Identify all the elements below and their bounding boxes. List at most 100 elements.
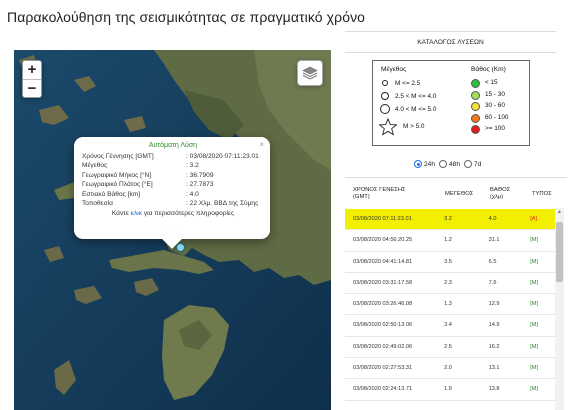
- cell-type: [M]: [530, 386, 539, 393]
- popup-row-depth: Εστιακό Βάθος [km] : 4.0: [82, 190, 264, 199]
- scroll-thumb[interactable]: [556, 222, 563, 282]
- table-row[interactable]: 03/08/2020 07:11:23.01 3.2 4.0 [A]: [345, 209, 555, 231]
- earthquake-marker[interactable]: [176, 243, 185, 252]
- red-dot-icon: [471, 125, 480, 134]
- cell-time: 03/08/2020 02:27:53.31: [353, 365, 413, 372]
- cell-type: [M]: [530, 301, 539, 308]
- cell-type: [M]: [530, 343, 539, 350]
- popup-more-info: Κάντε κλικ για περισσότερες πληροφορίες: [82, 210, 264, 217]
- green-dot-icon: [471, 79, 480, 88]
- large-circle-icon: [380, 104, 390, 114]
- popup-row-location: Τοποθεσία : 22 Χλμ. ΒΒΔ της Σύμης: [82, 199, 264, 208]
- cell-time: 03/08/2020 02:50:13.06: [353, 322, 413, 329]
- cell-time: 03/08/2020 04:56:20.25: [353, 237, 413, 244]
- legend-mag-item: 2.5 < M <= 4.0: [381, 91, 436, 104]
- table-row[interactable]: 03/08/2020 04:56:20.25 1.2 31.1 [M]: [345, 230, 555, 252]
- legend-depth-item: 15 - 30: [471, 90, 508, 102]
- popup-key: Γεωγραφικό Πλάτος [°E]: [82, 181, 153, 189]
- period-option-7d[interactable]: 7d: [464, 160, 481, 168]
- cell-type: [M]: [530, 322, 539, 329]
- radio-icon[interactable]: [464, 160, 473, 168]
- col-depth-unit: (χλμ): [490, 193, 504, 200]
- layers-button[interactable]: [297, 60, 323, 86]
- events-table: ΧΡΟΝΟΣ ΓΕΝΕΣΗΣ (GMT) ΜΕΓΕΘΟΣ ΒΑΘΟΣ (χλμ)…: [345, 177, 567, 410]
- popup-more-link[interactable]: κλικ: [131, 210, 142, 217]
- cell-depth: 31.1: [488, 237, 500, 244]
- radio-icon[interactable]: [439, 160, 448, 168]
- table-header: ΧΡΟΝΟΣ ΓΕΝΕΣΗΣ (GMT) ΜΕΓΕΘΟΣ ΒΑΘΟΣ (χλμ)…: [345, 178, 567, 209]
- table-row[interactable]: 03/08/2020 03:26:46.08 1.3 12.9 [M]: [345, 294, 555, 316]
- legend-mag-label: M > 5.0: [403, 123, 425, 130]
- popup-more-suffix: για περισσότερες πληροφορίες: [142, 210, 235, 218]
- legend-mag-label: 2.5 < M <= 4.0: [395, 93, 437, 100]
- cell-depth: 6.5: [488, 258, 497, 265]
- page-title: Παρακολούθηση της σεισμικότητας σε πραγμ…: [7, 9, 366, 25]
- period-label: 24h: [424, 160, 436, 168]
- legend-depth: Βάθος (Km) < 15 15 - 30 30 - 60 60 - 100…: [471, 66, 508, 136]
- popup-row-latitude: Γεωγραφικό Μήκος [°N] : 36.7909: [82, 171, 264, 180]
- legend-depth-label: >= 100: [485, 125, 505, 132]
- table-row[interactable]: 03/08/2020 02:49:02.06 2.5 16.2 [M]: [345, 337, 555, 359]
- legend-mag-label: M <= 2.5: [395, 80, 421, 87]
- table-body: 03/08/2020 07:11:23.01 3.2 4.0 [A] 03/08…: [345, 209, 555, 401]
- legend-depth-label: 15 - 30: [485, 90, 505, 98]
- cell-type: [M]: [530, 279, 539, 286]
- zoom-out-button[interactable]: −: [23, 79, 41, 97]
- legend-mag-label: 4.0 < M <= 5.0: [395, 106, 437, 113]
- col-magnitude-header: ΜΕΓΕΘΟΣ: [445, 190, 474, 197]
- legend-depth-item: 60 - 100: [471, 113, 508, 125]
- period-option-24h[interactable]: 24h: [414, 160, 435, 168]
- cell-depth: 12.9: [488, 301, 500, 308]
- table-row[interactable]: 03/08/2020 02:50:13.06 3.4 14.9 [M]: [345, 315, 555, 337]
- popup-value: : 27.7873: [186, 181, 214, 189]
- table-row[interactable]: 03/08/2020 02:27:53.31 2.0 13.1 [M]: [345, 358, 555, 380]
- seismicity-map[interactable]: + − × Αυτόματη Λύση Χρόνος Γέννησης [GMT…: [14, 50, 331, 410]
- cell-depth: 13.1: [488, 365, 500, 372]
- cell-depth: 7.6: [488, 279, 497, 286]
- col-time-label: ΧΡΟΝΟΣ ΓΕΝΕΣΗΣ: [353, 186, 406, 193]
- zoom-in-button[interactable]: +: [23, 61, 41, 79]
- star-icon: [379, 118, 397, 136]
- cell-depth: 13.8: [488, 386, 500, 393]
- cell-magnitude: 3.2: [444, 216, 452, 222]
- cell-time: 03/08/2020 02:24:13.71: [353, 386, 413, 393]
- popup-key: Μέγεθος: [82, 162, 108, 170]
- col-type-header: ΤΥΠΟΣ: [532, 190, 552, 197]
- popup-value: : 3.2: [186, 162, 199, 170]
- table-row[interactable]: 03/08/2020 04:41:14.81 3.5 6.5 [M]: [345, 252, 555, 273]
- catalog-title: ΚΑΤΑΛΟΓΟΣ ΛΥΣΕΩΝ: [345, 31, 556, 53]
- period-label: 48h: [449, 160, 461, 168]
- cell-magnitude: 2.5: [444, 343, 452, 350]
- cell-time: 03/08/2020 03:31:17.58: [353, 279, 413, 286]
- legend-mag-item: M <= 2.5: [381, 78, 436, 91]
- legend-depth-item: 30 - 60: [471, 101, 508, 113]
- cell-depth: 4.0: [488, 216, 497, 222]
- legend-depth-label: < 15: [485, 79, 498, 86]
- layers-icon: [302, 66, 318, 80]
- popup-value: : 4.0: [186, 190, 199, 198]
- radio-icon[interactable]: [414, 160, 422, 168]
- lightgreen-dot-icon: [471, 90, 480, 100]
- popup-key: Γεωγραφικό Μήκος [°N]: [82, 171, 152, 179]
- table-row[interactable]: 03/08/2020 03:31:17.58 2.3 7.6 [M]: [345, 273, 555, 295]
- table-row[interactable]: 03/08/2020 02:24:13.71 1.9 13.8 [M]: [345, 379, 555, 401]
- period-selector: 24h 48h 7d: [414, 160, 483, 168]
- table-scrollbar[interactable]: ▲: [555, 208, 564, 410]
- cell-time: 03/08/2020 02:49:02.06: [353, 343, 413, 350]
- popup-key: Χρόνος Γέννησης [GMT]: [82, 153, 154, 160]
- scroll-up-arrow-icon[interactable]: ▲: [555, 208, 564, 217]
- cell-magnitude: 3.5: [444, 258, 452, 265]
- medium-circle-icon: [381, 92, 389, 100]
- period-option-48h[interactable]: 48h: [439, 160, 460, 168]
- cell-type: [M]: [530, 237, 539, 244]
- popup-title: Αυτόματη Λύση: [148, 142, 198, 149]
- small-circle-icon: [382, 80, 388, 86]
- legend-depth-title: Βάθος (Km): [471, 66, 506, 73]
- legend-mag-item: 4.0 < M <= 5.0: [380, 104, 437, 117]
- cell-magnitude: 3.4: [444, 322, 452, 329]
- legend-mag-item: M > 5.0: [379, 117, 436, 137]
- cell-magnitude: 1.9: [444, 386, 452, 393]
- col-depth-label: ΒΑΘΟΣ: [490, 186, 511, 193]
- cell-time: 03/08/2020 03:26:46.08: [353, 301, 413, 308]
- popup-more-prefix: Κάντε: [111, 210, 131, 218]
